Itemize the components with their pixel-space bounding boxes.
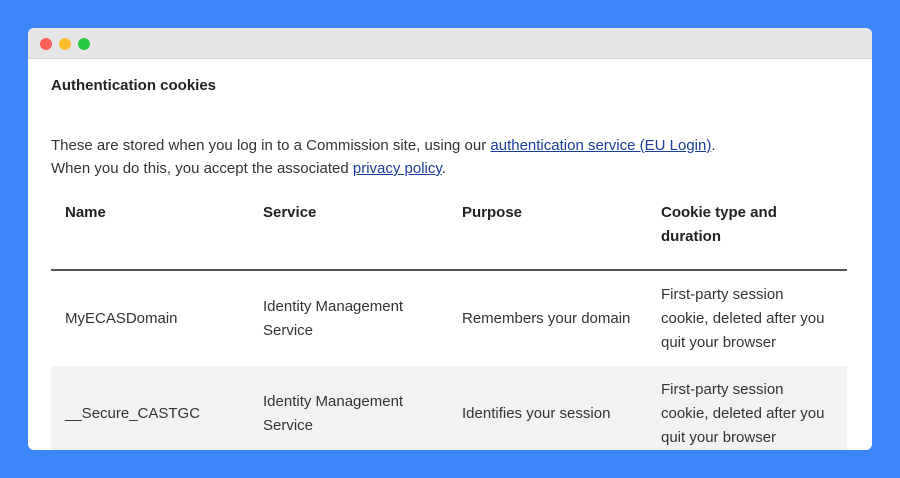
cookie-purpose-cell: Remembers your domain — [462, 309, 631, 327]
section-title: Authentication cookies — [51, 77, 217, 94]
cookie-type-cell: First-party session cookie, deleted afte… — [661, 285, 825, 351]
column-header-cookie-type: Cookie type and duration — [647, 199, 847, 271]
table-header-row: Name Service Purpose Cookie type and dur… — [51, 199, 847, 271]
window-titlebar — [28, 28, 872, 59]
table-row: __Secure_CASTGC Identity Management Serv… — [51, 366, 847, 450]
authentication-service-link[interactable]: authentication service (EU Login) — [490, 137, 711, 154]
privacy-policy-link[interactable]: privacy policy — [353, 160, 442, 177]
cookie-service-cell: Identity Management Service — [249, 366, 448, 450]
close-window-icon[interactable] — [40, 38, 52, 50]
column-header-service: Service — [249, 199, 448, 271]
cookies-table: Name Service Purpose Cookie type and dur… — [51, 199, 847, 450]
cookie-name-cell: __Secure_CASTGC — [51, 366, 249, 450]
intro-line-1: These are stored when you log in to a Co… — [51, 136, 716, 156]
column-header-purpose: Purpose — [448, 199, 647, 271]
cookie-type-cell: First-party session cookie, deleted afte… — [647, 366, 847, 450]
column-header-name: Name — [51, 199, 249, 271]
cookie-service-cell: Identity Management Service — [263, 297, 404, 339]
intro-text: These are stored when you log in to a Co… — [51, 137, 491, 154]
page-content: Authentication cookies These are stored … — [51, 59, 847, 450]
maximize-window-icon[interactable] — [78, 38, 90, 50]
cookie-name-cell: MyECASDomain — [65, 309, 178, 327]
cookie-purpose-cell: Identifies your session — [448, 366, 647, 450]
intro-text: When you do this, you accept the associa… — [51, 160, 353, 177]
table-row: MyECASDomain Identity Management Service… — [51, 270, 847, 366]
intro-punctuation: . — [441, 160, 446, 177]
browser-window: Authentication cookies These are stored … — [28, 28, 872, 450]
minimize-window-icon[interactable] — [59, 38, 71, 50]
intro-line-2: When you do this, you accept the associa… — [51, 159, 446, 179]
intro-punctuation: . — [711, 137, 716, 154]
